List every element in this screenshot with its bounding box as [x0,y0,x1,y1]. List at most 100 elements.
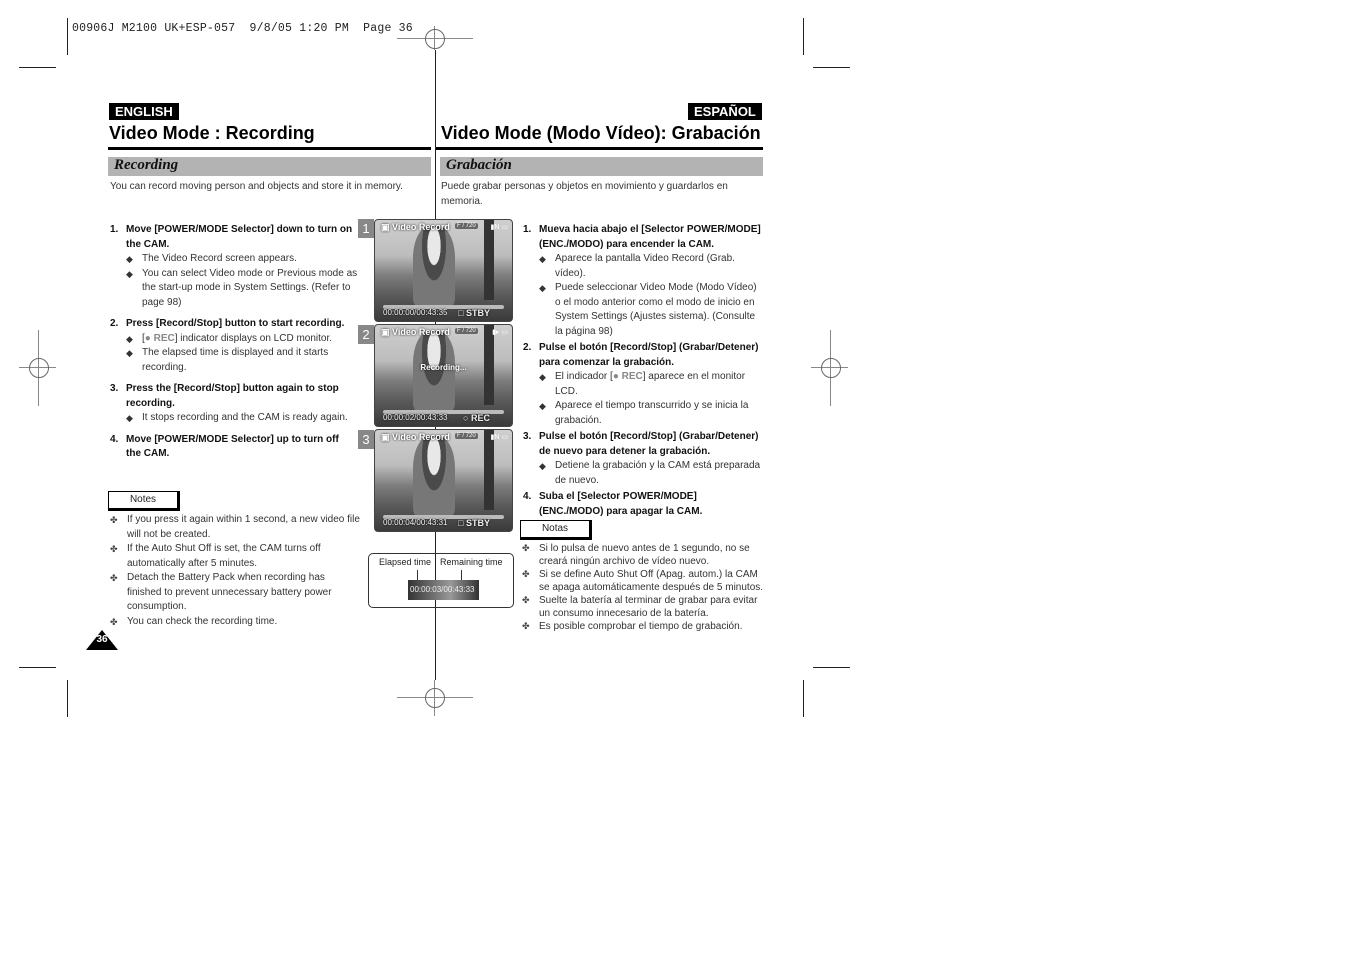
step-number: 4. [523,491,532,502]
screen-title: ▣ Video Record [381,222,450,232]
battery-icon: ▮N ▭ [490,224,508,231]
note-item: ✤ If you press it again within 1 second, … [110,513,360,542]
note-text: Si lo pulsa de nuevo antes de 1 segundo,… [539,543,750,567]
mode-indicator: □ STBY [458,518,490,528]
step-3: 3. Press the [Record/Stop] button again t… [110,382,366,426]
clover-bullet-icon: ✤ [522,621,530,631]
step-number: 1. [523,224,532,235]
step-text: Mueva hacia abajo el [Selector POWER/MOD… [539,224,761,250]
note-item: ✤ Detach the Battery Pack when recording … [110,571,360,615]
screenshot-step-number: 3 [358,430,374,449]
time-readout: 00:00:02/00:43:33 [383,413,448,422]
clover-bullet-icon: ✤ [110,515,118,525]
note-text: If the Auto Shut Off is set, the CAM tur… [127,543,321,569]
step-2: 2. Pulse el botón [Record/Stop] (Grabar/D… [523,341,763,428]
bullet-text: Aparece el tiempo transcurrido y se inic… [555,400,749,426]
bullet-text: Puede seleccionar Video Mode (Modo Vídeo… [555,282,757,337]
english-section-title: Recording [114,157,179,173]
step-text: Move [POWER/MODE Selector] up to turn of… [126,433,339,460]
bullet-text: It stops recording and the CAM is ready … [142,412,348,423]
bullet-text: ] indicator displays on LCD monitor. [174,332,333,344]
lcd-screenshot-3: ▣ Video Record F / 720 ▮N ▭ 00:00:04/00:… [374,429,513,532]
english-intro: You can record moving person and objects… [110,181,403,192]
crop-mark [813,67,850,68]
time-readout: 00:00:04/00:43:31 [383,518,448,527]
diamond-bullet-icon: ◆ [126,268,133,279]
screenshot-step-number: 1 [358,219,374,238]
screen-title-text: Video Record [392,222,450,232]
step-number: 2. [523,342,532,353]
step-number: 3. [523,431,532,442]
english-notes: ✤ If you press it again within 1 second, … [110,513,360,629]
spanish-notes: ✤ Si lo pulsa de nuevo antes de 1 segundo… [522,542,767,633]
bullet-text: Aparece la pantalla Video Record (Grab. … [555,253,735,279]
bullet-text: El indicador [ [555,371,613,382]
rec-indicator-icon: ● REC [144,332,175,344]
step-number: 1. [110,224,119,235]
crop-mark [813,667,850,668]
diamond-bullet-icon: ◆ [539,401,546,411]
screenshot-step-number: 2 [358,325,374,344]
quality-badge: F / 720 [455,328,478,334]
note-item: ✤ If the Auto Shut Off is set, the CAM tu… [110,542,360,571]
crop-mark [19,667,56,668]
note-text: Detach the Battery Pack when recording h… [127,572,332,612]
diamond-bullet-icon: ◆ [539,461,546,471]
step-1: 1. Mueva hacia abajo el [Selector POWER/M… [523,223,763,339]
clover-bullet-icon: ✤ [110,573,118,583]
clover-bullet-icon: ✤ [522,569,530,579]
diamond-bullet-icon: ◆ [126,333,133,344]
quality-badge: F / 720 [455,223,478,229]
spanish-label: ESPAÑOL [688,103,762,120]
time-readout: 00:00:00/00:43:35 [383,308,448,317]
recording-message: Recording... [420,363,467,372]
diamond-bullet-icon: ◆ [539,283,546,293]
mode-text: STBY [465,518,490,528]
step-number: 3. [110,383,119,394]
diamond-bullet-icon: ◆ [539,254,546,264]
clover-bullet-icon: ✤ [522,543,530,553]
crop-mark [67,18,68,55]
screen-title-text: Video Record [392,432,450,442]
screen-title: ▣ Video Record [381,432,450,442]
clover-bullet-icon: ✤ [110,616,118,627]
english-section-bar: Recording [108,157,431,176]
note-item: ✤ Suelte la batería al terminar de grabar… [522,594,767,620]
step-4: 4. Move [POWER/MODE Selector] up to turn … [110,433,340,462]
screen-title: ▣ Video Record [381,327,450,337]
bullet-text: The Video Record screen appears. [142,253,297,264]
step-1: 1. Move [POWER/MODE Selector] down to tur… [110,223,366,310]
mode-indicator: □ STBY [458,308,490,318]
english-steps: 1. Move [POWER/MODE Selector] down to tur… [110,223,366,469]
diamond-bullet-icon: ◆ [126,413,133,423]
notes-label: Notes [108,491,180,511]
english-title-rule [108,147,431,150]
elapsed-time-label: Elapsed time [379,557,432,567]
mode-text: REC [470,413,490,423]
bullet-text: You can select Video mode or Previous mo… [142,267,358,308]
screen-title-text: Video Record [392,327,450,337]
diamond-bullet-icon: ◆ [126,254,133,264]
english-label: ENGLISH [109,103,179,120]
remaining-time-label: Remaining time [440,557,503,567]
bullet-text: Detiene la grabación y la CAM está prepa… [555,460,761,486]
note-text: You can check the recording time. [127,615,278,627]
spanish-section-title: Grabación [446,157,512,173]
mode-indicator: ○ REC [463,413,490,423]
spanish-title: Video Mode (Modo Vídeo): Grabación [441,123,761,143]
spanish-steps: 1. Mueva hacia abajo el [Selector POWER/M… [523,223,763,526]
clover-bullet-icon: ✤ [110,544,118,554]
step-number: 4. [110,433,119,445]
note-text: If you press it again within 1 second, a… [127,514,360,540]
spanish-section-bar: Grabación [440,157,763,176]
diamond-bullet-icon: ◆ [126,348,133,358]
crop-mark [803,18,804,55]
step-text: Press [Record/Stop] button to start reco… [126,318,345,329]
step-3: 3. Pulse el botón [Record/Stop] (Grabar/D… [523,430,763,488]
note-text: Suelte la batería al terminar de grabar … [539,595,758,619]
step-text: Move [POWER/MODE Selector] down to turn … [126,224,353,250]
print-header: 00906J M2100 UK+ESP-057 9/8/05 1:20 PM P… [72,22,413,35]
note-item: ✤ You can check the recording time. [110,615,360,630]
step-4: 4. Suba el [Selector POWER/MODE] (ENC./MO… [523,490,723,519]
diamond-bullet-icon: ◆ [539,372,546,382]
